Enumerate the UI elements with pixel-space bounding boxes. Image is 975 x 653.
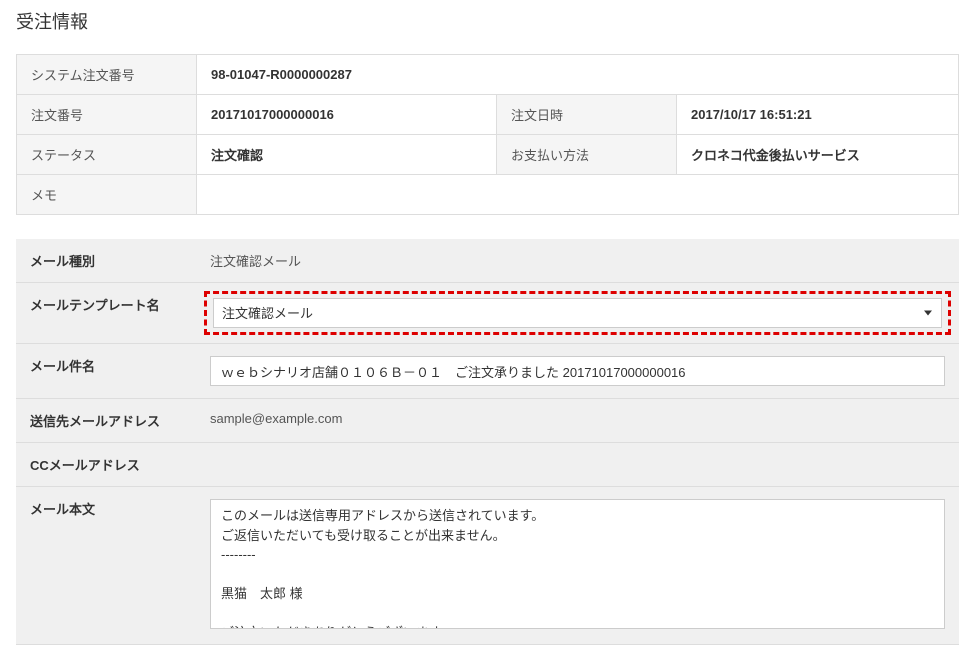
mail-type-label: メール種別 — [16, 239, 196, 283]
mail-form-table: メール種別 注文確認メール メールテンプレート名 注文確認メール メール件名 送… — [16, 239, 959, 645]
body-textarea[interactable] — [210, 499, 945, 629]
subject-input[interactable] — [210, 356, 945, 386]
order-date-label: 注文日時 — [497, 95, 677, 135]
payment-value: クロネコ代金後払いサービス — [677, 135, 959, 175]
order-no-value: 20171017000000016 — [197, 95, 497, 135]
system-order-no-value: 98-01047-R0000000287 — [197, 55, 959, 95]
status-value: 注文確認 — [197, 135, 497, 175]
status-label: ステータス — [17, 135, 197, 175]
page-title: 受注情報 — [16, 8, 959, 34]
template-highlight-box: 注文確認メール — [204, 291, 951, 335]
subject-label: メール件名 — [16, 344, 196, 399]
template-select[interactable]: 注文確認メール — [213, 298, 942, 328]
memo-label: メモ — [17, 175, 197, 215]
mail-type-value: 注文確認メール — [196, 239, 959, 283]
to-value: sample@example.com — [196, 399, 959, 443]
order-date-value: 2017/10/17 16:51:21 — [677, 95, 959, 135]
to-label: 送信先メールアドレス — [16, 399, 196, 443]
order-info-table: システム注文番号 98-01047-R0000000287 注文番号 20171… — [16, 54, 959, 215]
body-label: メール本文 — [16, 487, 196, 645]
template-label: メールテンプレート名 — [16, 283, 196, 344]
cc-label: CCメールアドレス — [16, 443, 196, 487]
payment-label: お支払い方法 — [497, 135, 677, 175]
cc-value — [196, 443, 959, 487]
order-no-label: 注文番号 — [17, 95, 197, 135]
system-order-no-label: システム注文番号 — [17, 55, 197, 95]
memo-value — [197, 175, 959, 215]
